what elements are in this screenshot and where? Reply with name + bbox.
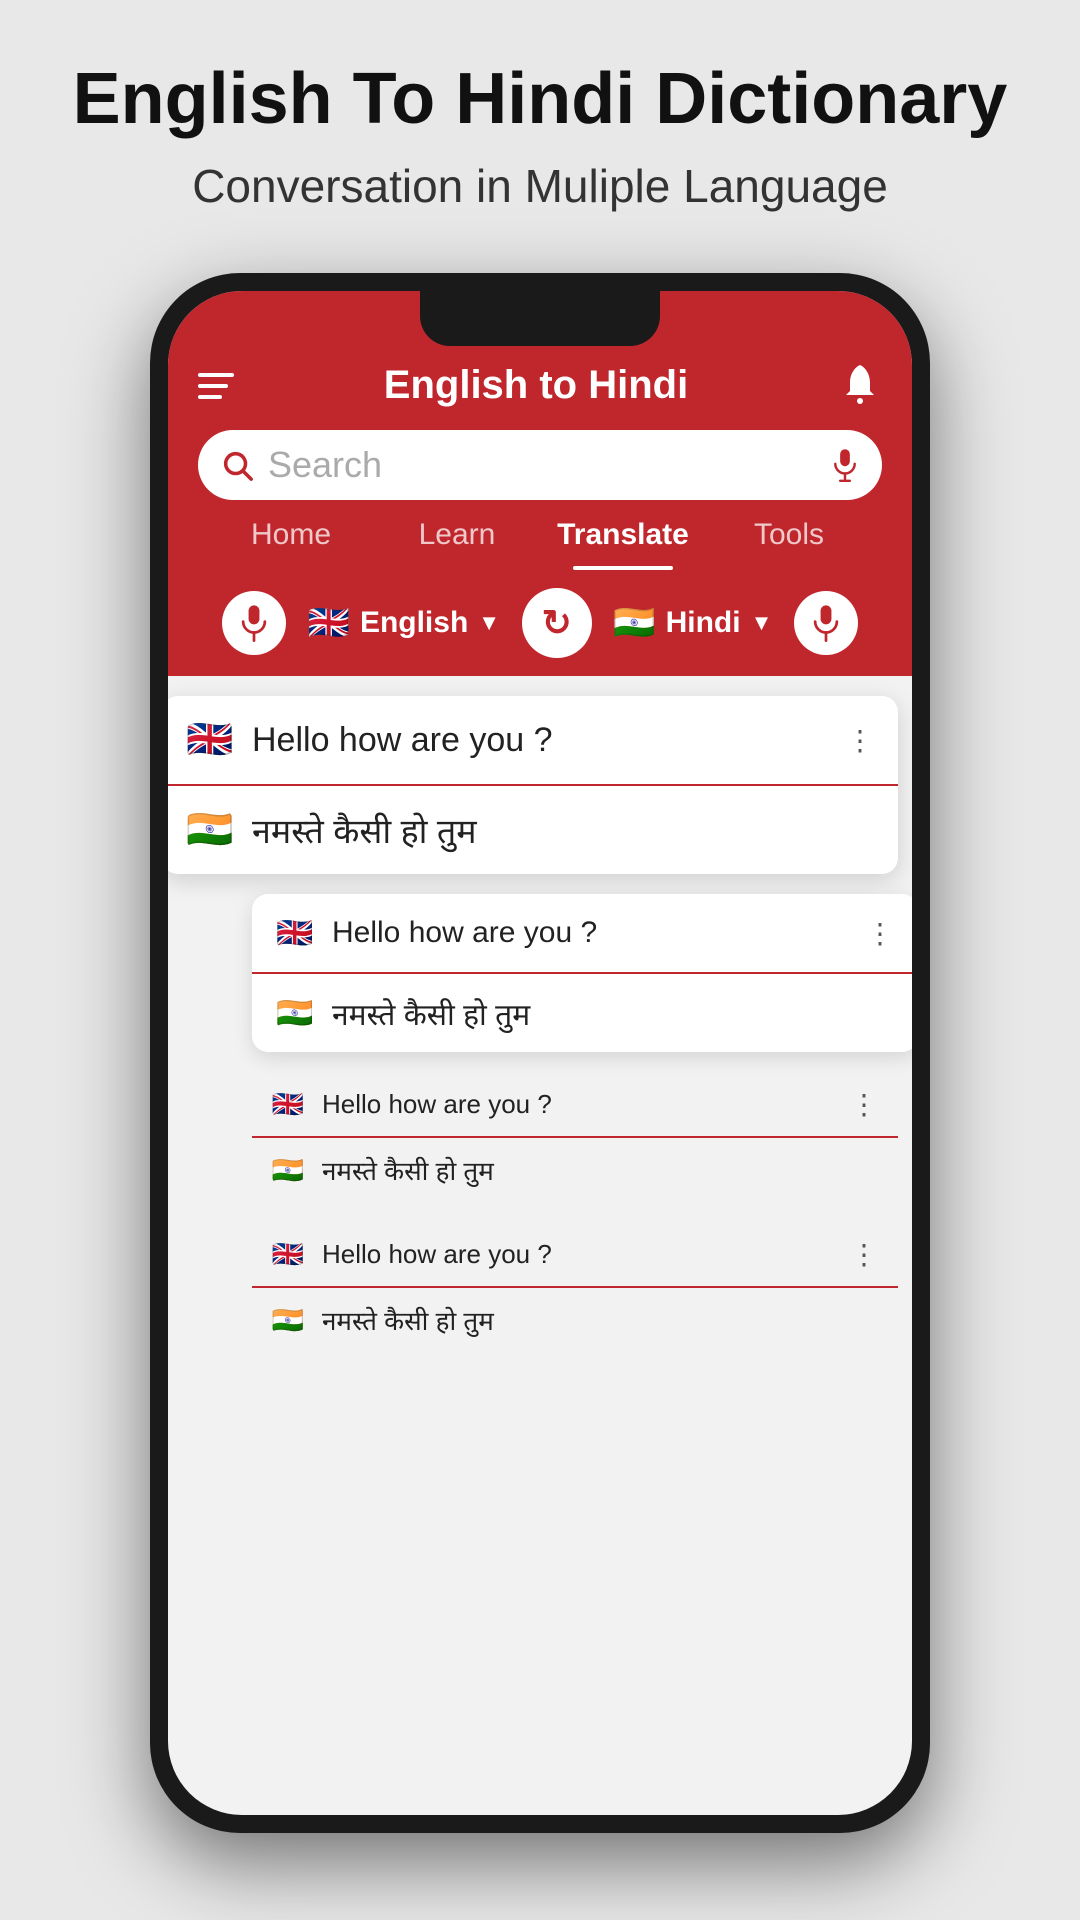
- card-hindi-text-1: नमस्ते कैसी हो तुम: [252, 807, 876, 853]
- card-hindi-row-3: 🇮🇳 नमस्ते कैसी हो तुम: [252, 1138, 898, 1202]
- chevron-down-icon-2: ▼: [751, 610, 773, 636]
- card-english-row-3: 🇬🇧 Hello how are you ? ⋮: [252, 1072, 898, 1138]
- search-input[interactable]: Search: [268, 444, 816, 486]
- card-hindi-row-2: 🇮🇳 नमस्ते कैसी हो तुम: [252, 974, 912, 1052]
- app-title: English to Hindi: [384, 363, 688, 408]
- bell-icon[interactable]: [838, 361, 882, 410]
- dots-menu-2[interactable]: ⋮: [866, 917, 896, 950]
- india-flag-2: 🇮🇳: [274, 992, 316, 1034]
- mic-button-left[interactable]: [222, 591, 286, 655]
- card-english-row-1: 🇬🇧 Hello how are you ? ⋮: [168, 696, 898, 786]
- phone-screen: English to Hindi Search: [168, 291, 912, 1815]
- app-header: English to Hindi Search: [168, 291, 912, 676]
- page-subtitle: Conversation in Muliple Language: [40, 159, 1040, 213]
- nav-tabs: Home Learn Translate Tools: [198, 500, 882, 570]
- swap-button[interactable]: ↻: [522, 588, 592, 658]
- cards-area: 🇬🇧 Hello how are you ? ⋮ 🇮🇳 नमस्ते कैसी …: [168, 676, 912, 1372]
- card-hindi-text-4: नमस्ते कैसी हो तुम: [322, 1302, 880, 1338]
- lang-hindi-label: Hindi: [666, 606, 741, 640]
- card-wrapper-2: 🇬🇧 Hello how are you ? ⋮ 🇮🇳 नमस्ते कैसी …: [252, 894, 912, 1052]
- lang-hindi[interactable]: 🇮🇳 Hindi ▼: [613, 603, 772, 643]
- tab-home[interactable]: Home: [208, 500, 374, 570]
- card-hindi-row-4: 🇮🇳 नमस्ते कैसी हो तुम: [252, 1288, 898, 1352]
- hamburger-icon[interactable]: [198, 373, 234, 399]
- card-english-text-3: Hello how are you ?: [322, 1089, 834, 1120]
- search-icon: [220, 448, 254, 482]
- uk-flag-3: 🇬🇧: [270, 1086, 306, 1122]
- dots-menu-3[interactable]: ⋮: [850, 1088, 880, 1121]
- phone-mockup: English to Hindi Search: [150, 273, 930, 1833]
- card-hindi-row-1: 🇮🇳 नमस्ते कैसी हो तुम: [168, 786, 898, 874]
- card-english-row-2: 🇬🇧 Hello how are you ? ⋮: [252, 894, 912, 974]
- phone-notch: [420, 291, 660, 346]
- card-english-text-2: Hello how are you ?: [332, 916, 850, 950]
- card-wrapper-4: 🇬🇧 Hello how are you ? ⋮ 🇮🇳 नमस्ते कैसी …: [252, 1222, 898, 1352]
- tab-tools[interactable]: Tools: [706, 500, 872, 570]
- header-top: English to Hindi: [198, 351, 882, 410]
- uk-flag-2: 🇬🇧: [274, 912, 316, 954]
- search-bar[interactable]: Search: [198, 430, 882, 500]
- card-hindi-text-2: नमस्ते कैसी हो तुम: [332, 993, 896, 1034]
- mic-button-right[interactable]: [794, 591, 858, 655]
- card-wrapper-3: 🇬🇧 Hello how are you ? ⋮ 🇮🇳 नमस्ते कैसी …: [252, 1072, 898, 1202]
- page-title: English To Hindi Dictionary: [40, 60, 1040, 139]
- lang-english-label: English: [360, 606, 468, 640]
- lang-selector: 🇬🇧 English ▼ ↻ 🇮🇳 Hindi ▼: [198, 570, 882, 676]
- translation-card-2: 🇬🇧 Hello how are you ? ⋮ 🇮🇳 नमस्ते कैसी …: [252, 894, 912, 1052]
- mic-icon[interactable]: [830, 448, 860, 482]
- chevron-down-icon: ▼: [478, 610, 500, 636]
- card-english-text-4: Hello how are you ?: [322, 1239, 834, 1270]
- tab-learn[interactable]: Learn: [374, 500, 540, 570]
- india-flag-1: 🇮🇳: [184, 804, 236, 856]
- dots-menu-4[interactable]: ⋮: [850, 1238, 880, 1271]
- card-wrapper-1: 🇬🇧 Hello how are you ? ⋮ 🇮🇳 नमस्ते कैसी …: [168, 696, 898, 874]
- lang-english[interactable]: 🇬🇧 English ▼: [308, 603, 500, 643]
- card-english-text-1: Hello how are you ?: [252, 721, 830, 760]
- translation-card-3: 🇬🇧 Hello how are you ? ⋮ 🇮🇳 नमस्ते कैसी …: [252, 1072, 898, 1202]
- india-flag: 🇮🇳: [613, 603, 655, 643]
- uk-flag-4: 🇬🇧: [270, 1236, 306, 1272]
- translation-card-4: 🇬🇧 Hello how are you ? ⋮ 🇮🇳 नमस्ते कैसी …: [252, 1222, 898, 1352]
- dots-menu-1[interactable]: ⋮: [846, 724, 876, 757]
- page-header: English To Hindi Dictionary Conversation…: [0, 0, 1080, 253]
- tab-translate[interactable]: Translate: [540, 500, 706, 570]
- card-english-row-4: 🇬🇧 Hello how are you ? ⋮: [252, 1222, 898, 1288]
- card-hindi-text-3: नमस्ते कैसी हो तुम: [322, 1152, 880, 1188]
- translation-card-1: 🇬🇧 Hello how are you ? ⋮ 🇮🇳 नमस्ते कैसी …: [168, 696, 898, 874]
- uk-flag: 🇬🇧: [308, 603, 350, 643]
- india-flag-4: 🇮🇳: [270, 1302, 306, 1338]
- india-flag-3: 🇮🇳: [270, 1152, 306, 1188]
- uk-flag-1: 🇬🇧: [184, 714, 236, 766]
